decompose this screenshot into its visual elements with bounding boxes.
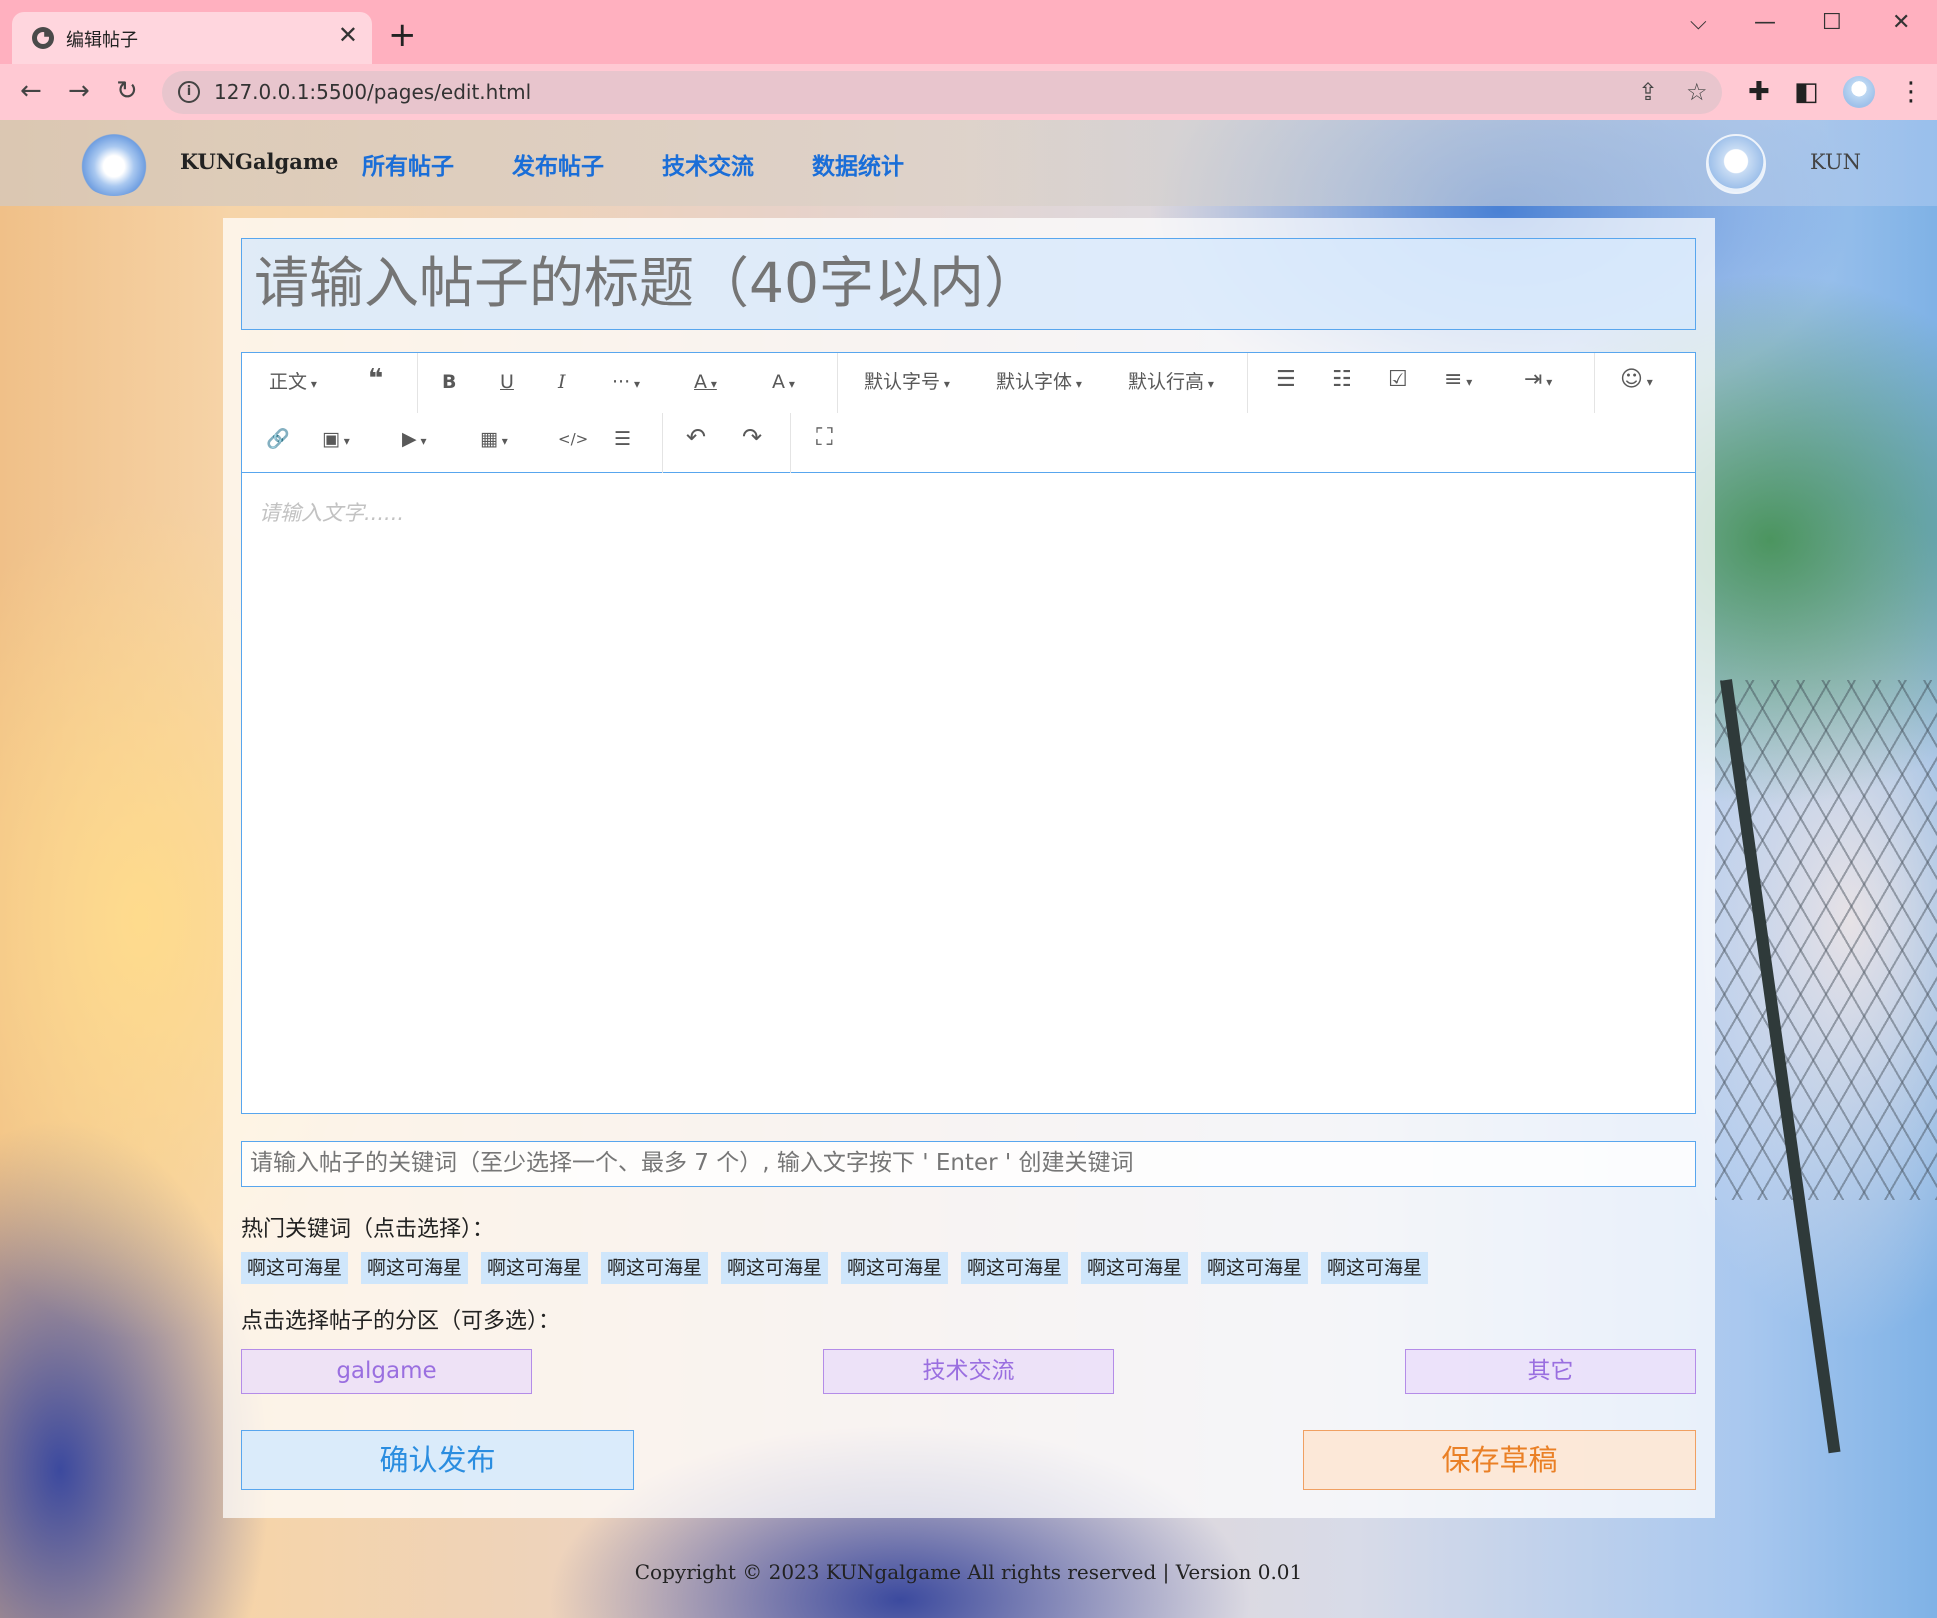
star-icon[interactable]: ☆	[1686, 78, 1708, 106]
font-family-select[interactable]: 默认字体	[996, 370, 1082, 396]
link-icon[interactable]: 🔗	[266, 427, 290, 451]
edit-panel: 请输入帖子的标题（40字以内） 正文 ❝ B U I ··· A A 默认字号 …	[223, 218, 1715, 1518]
nav-publish-post[interactable]: 发布帖子	[512, 147, 604, 181]
url-text[interactable]: 127.0.0.1:5500/pages/edit.html	[214, 80, 531, 104]
browser-tab[interactable]: 编辑帖子 ✕	[12, 12, 372, 64]
share-icon[interactable]: ⇪	[1638, 78, 1658, 106]
hot-keyword-tag[interactable]: 啊这可海星	[721, 1252, 829, 1284]
numbered-list-icon[interactable]: ☷	[1332, 368, 1352, 392]
toolbar-divider	[1247, 353, 1248, 413]
toolbar-divider	[790, 413, 791, 473]
font-size-select[interactable]: 默认字号	[864, 370, 950, 396]
nav-all-posts[interactable]: 所有帖子	[362, 147, 454, 181]
underline-icon[interactable]: U	[500, 370, 514, 394]
italic-icon[interactable]: I	[558, 370, 566, 394]
site-logo[interactable]	[76, 130, 152, 196]
kebab-menu-icon[interactable]: ⋮	[1898, 77, 1924, 107]
puzzle-icon[interactable]: ✚	[1748, 77, 1770, 107]
toolbar-divider	[662, 413, 663, 473]
hot-keyword-tag[interactable]: 啊这可海星	[1201, 1252, 1309, 1284]
close-window-button[interactable]: ✕	[1892, 10, 1910, 35]
nav-statistics[interactable]: 数据统计	[812, 147, 904, 181]
hot-keyword-tag[interactable]: 啊这可海星	[601, 1252, 709, 1284]
more-styles-icon[interactable]: ···	[612, 370, 640, 396]
publish-button[interactable]: 确认发布	[241, 1430, 634, 1490]
forward-button[interactable]: →	[68, 76, 90, 106]
justify-icon[interactable]: ≡	[1444, 368, 1472, 394]
divider-icon[interactable]: ☰	[614, 427, 631, 451]
globe-icon	[32, 27, 54, 49]
toolbar-divider	[417, 353, 418, 413]
todo-icon[interactable]: ☑	[1388, 368, 1408, 392]
hot-keyword-tag[interactable]: 啊这可海星	[841, 1252, 949, 1284]
tab-strip: 编辑帖子 ✕ + ⌵ — ☐ ✕	[0, 0, 1937, 64]
rich-text-editor: 正文 ❝ B U I ··· A A 默认字号 默认字体 默认行高 ☰ ☷ ☑ …	[241, 352, 1696, 1114]
video-icon[interactable]: ▶	[402, 427, 426, 453]
username[interactable]: KUN	[1810, 150, 1861, 174]
site-info-icon[interactable]: i	[178, 81, 200, 103]
profile-avatar[interactable]	[1843, 76, 1875, 108]
tab-search-icon[interactable]: ⌵	[1690, 10, 1707, 35]
image-icon[interactable]: ▣	[322, 427, 350, 453]
hot-keyword-tag[interactable]: 啊这可海星	[961, 1252, 1069, 1284]
toolbar-divider	[1594, 353, 1595, 413]
keyword-input-placeholder: 请输入帖子的关键词（至少选择一个、最多 7 个）, 输入文字按下 ' Enter…	[250, 1150, 1134, 1176]
minimize-button[interactable]: —	[1754, 10, 1776, 35]
section-other-button[interactable]: 其它	[1405, 1349, 1696, 1394]
bulleted-list-icon[interactable]: ☰	[1276, 368, 1296, 392]
fullscreen-icon[interactable]: ⛶	[816, 425, 833, 449]
section-tech-button[interactable]: 技术交流	[823, 1349, 1114, 1394]
url-field[interactable]: i 127.0.0.1:5500/pages/edit.html ⇪ ☆	[162, 71, 1722, 114]
address-bar: ← → ↻ i 127.0.0.1:5500/pages/edit.html ⇪…	[0, 64, 1937, 120]
redo-icon[interactable]: ↷	[742, 425, 762, 449]
hot-keyword-tag[interactable]: 啊这可海星	[241, 1252, 349, 1284]
nav-tech-exchange[interactable]: 技术交流	[662, 147, 754, 181]
table-icon[interactable]: ▦	[480, 427, 508, 453]
emotion-icon[interactable]: ☺	[1620, 368, 1653, 394]
reload-button[interactable]: ↻	[116, 76, 138, 106]
save-draft-button[interactable]: 保存草稿	[1303, 1430, 1696, 1490]
post-title-placeholder: 请输入帖子的标题（40字以内）	[254, 251, 1039, 315]
editor-body-placeholder[interactable]: 请输入文字......	[259, 497, 404, 527]
back-button[interactable]: ←	[20, 76, 42, 106]
undo-icon[interactable]: ↶	[686, 425, 706, 449]
background-color-icon[interactable]: A	[772, 370, 795, 396]
keyword-input[interactable]: 请输入帖子的关键词（至少选择一个、最多 7 个）, 输入文字按下 ' Enter…	[241, 1141, 1696, 1187]
hot-keyword-tag[interactable]: 啊这可海星	[361, 1252, 469, 1284]
footer-copyright: Copyright © 2023 KUNgalgame All rights r…	[634, 1560, 1303, 1584]
hot-keyword-tag[interactable]: 啊这可海星	[1321, 1252, 1429, 1284]
maximize-button[interactable]: ☐	[1822, 10, 1842, 35]
post-title-input[interactable]: 请输入帖子的标题（40字以内）	[241, 238, 1696, 330]
hot-keyword-tag[interactable]: 啊这可海星	[1081, 1252, 1189, 1284]
new-tab-button[interactable]: +	[388, 18, 417, 52]
indent-icon[interactable]: ⇥	[1524, 368, 1552, 394]
brand-name[interactable]: KUNGalgame	[180, 149, 338, 174]
quote-icon[interactable]: ❝	[368, 366, 383, 392]
tab-title: 编辑帖子	[66, 30, 138, 51]
browser-chrome: 编辑帖子 ✕ + ⌵ — ☐ ✕ ← → ↻ i 127.0.0.1:5500/…	[0, 0, 1937, 120]
page-background: KUNGalgame 所有帖子 发布帖子 技术交流 数据统计 KUN 请输入帖子…	[0, 120, 1937, 1618]
sidebar-icon[interactable]: ◧	[1794, 77, 1819, 107]
paragraph-style-select[interactable]: 正文	[269, 370, 317, 396]
font-color-icon[interactable]: A	[694, 370, 717, 396]
hot-keyword-tag[interactable]: 啊这可海星	[481, 1252, 589, 1284]
line-height-select[interactable]: 默认行高	[1128, 370, 1214, 396]
site-header: KUNGalgame 所有帖子 发布帖子 技术交流 数据统计 KUN	[0, 120, 1937, 206]
section-select-label: 点击选择帖子的分区（可多选）：	[241, 1309, 561, 1334]
toolbar-divider	[837, 353, 838, 413]
editor-toolbar: 正文 ❝ B U I ··· A A 默认字号 默认字体 默认行高 ☰ ☷ ☑ …	[242, 353, 1695, 473]
hot-keywords-label: 热门关键词（点击选择）：	[241, 1217, 495, 1242]
section-galgame-button[interactable]: galgame	[241, 1349, 532, 1394]
user-avatar[interactable]	[1706, 134, 1766, 194]
background-fence	[1715, 680, 1937, 1200]
code-block-icon[interactable]: </>	[558, 427, 588, 451]
bold-icon[interactable]: B	[442, 370, 456, 394]
tab-close-icon[interactable]: ✕	[338, 23, 358, 47]
